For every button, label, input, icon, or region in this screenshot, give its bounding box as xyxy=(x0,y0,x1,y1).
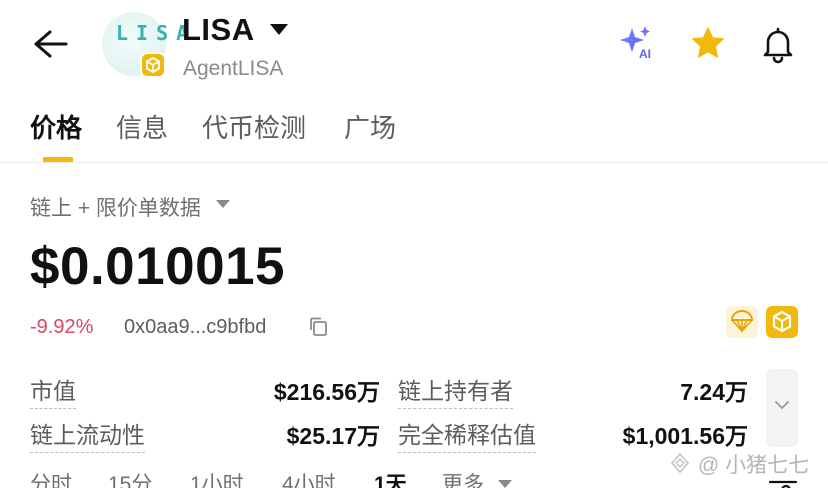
market-cap-label[interactable]: 市值 xyxy=(30,372,76,409)
bnb-chain-icon xyxy=(766,306,798,338)
bnb-cube-icon xyxy=(146,56,160,74)
data-source-selector[interactable]: 链上 + 限价单数据 xyxy=(30,192,201,222)
contract-address[interactable]: 0x0aa9...c9bfbd xyxy=(124,316,266,339)
interval-4h[interactable]: 4小时 xyxy=(282,468,336,488)
watermark-text: @ 小猪七七 xyxy=(698,454,810,477)
liquidity-value: $25.17万 xyxy=(286,423,380,449)
holders-value: 7.24万 xyxy=(680,379,748,405)
liquidity-label[interactable]: 链上流动性 xyxy=(30,416,145,453)
chevron-down-icon[interactable] xyxy=(216,200,230,208)
chevron-down-icon xyxy=(775,401,789,409)
price-change-percent: -9.92% xyxy=(30,316,94,338)
interval-1h[interactable]: 1小时 xyxy=(190,468,244,488)
tab-token-check[interactable]: 代币检测 xyxy=(202,108,306,145)
star-icon xyxy=(692,27,724,58)
current-price: $0.010015 xyxy=(30,237,286,296)
tab-square[interactable]: 广场 xyxy=(344,108,396,145)
token-symbol[interactable]: LISA xyxy=(182,12,255,48)
interval-1d[interactable]: 1天 xyxy=(374,468,407,488)
arrow-left-icon xyxy=(34,30,68,58)
active-tab-indicator xyxy=(43,157,73,162)
token-header: LISA LISA AgentLISA AI xyxy=(0,0,828,95)
bnb-chain-badge xyxy=(140,52,166,78)
token-name: AgentLISA xyxy=(183,57,284,80)
holders-label[interactable]: 链上持有者 xyxy=(398,372,513,409)
fdv-value: $1,001.56万 xyxy=(622,423,748,449)
interval-timeshare[interactable]: 分时 xyxy=(30,468,72,488)
parachute-chain-button[interactable] xyxy=(726,306,758,338)
token-switch-caret-icon[interactable] xyxy=(270,24,288,35)
bnb-chain-button[interactable] xyxy=(766,306,798,338)
ai-sparkle-icon: AI xyxy=(620,26,651,61)
chevron-down-icon[interactable] xyxy=(498,480,512,488)
favorite-button[interactable] xyxy=(688,24,728,64)
copy-icon xyxy=(310,317,327,336)
expand-stats-button[interactable] xyxy=(766,369,798,447)
interval-more[interactable]: 更多 xyxy=(442,468,484,488)
notifications-button[interactable] xyxy=(758,24,798,64)
bell-icon xyxy=(763,27,793,64)
interval-15m[interactable]: 15分 xyxy=(108,468,152,488)
tab-bar: 价格 信息 代币检测 广场 xyxy=(0,95,828,163)
market-cap-value: $216.56万 xyxy=(273,379,380,405)
fdv-label[interactable]: 完全稀释估值 xyxy=(398,416,536,453)
back-button[interactable] xyxy=(30,26,70,62)
svg-text:AI: AI xyxy=(639,47,651,61)
copy-address-button[interactable] xyxy=(308,316,330,338)
tab-info[interactable]: 信息 xyxy=(116,108,168,145)
avatar-logo-text: LISA xyxy=(116,21,197,45)
ai-assistant-button[interactable]: AI xyxy=(618,24,658,64)
watermark-logo-icon xyxy=(670,452,690,474)
tab-price[interactable]: 价格 xyxy=(30,108,82,145)
parachute-icon xyxy=(726,306,758,338)
